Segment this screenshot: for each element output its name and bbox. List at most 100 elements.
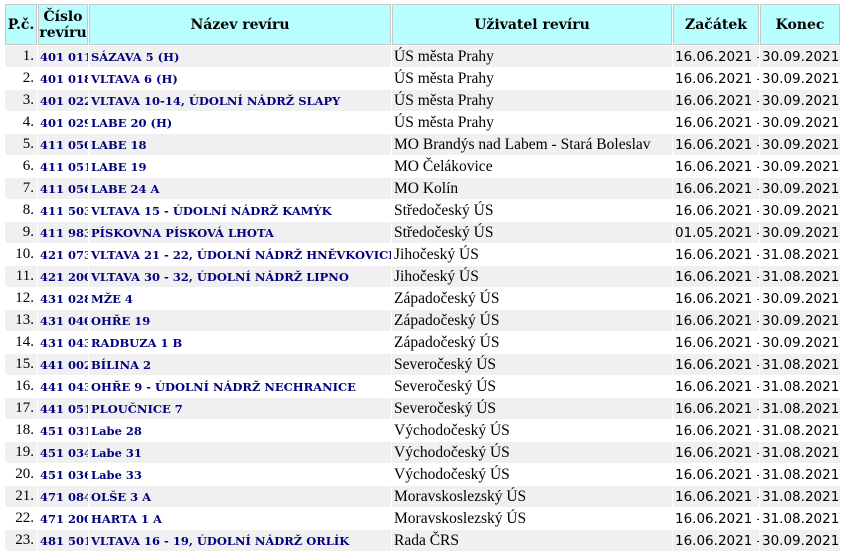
start-date: 16.06.2021 - <box>673 376 759 397</box>
revir-number: 441 002 <box>38 354 88 375</box>
table-row: 3. 401 022 VLTAVA 10-14, ÚDOLNÍ NÁDRŽ SLAP… <box>5 90 840 111</box>
row-number: 11. <box>5 266 37 287</box>
row-number: 9. <box>5 222 37 243</box>
row-number: 15. <box>5 354 37 375</box>
revir-user: Východočeský ÚS <box>392 420 672 441</box>
table-row: 16. 441 043 OHŘE 9 - ÚDOLNÍ NÁDRŽ NECHRANI… <box>5 376 840 397</box>
revir-number: 421 200 <box>38 266 88 287</box>
end-date: 30.09.2021 <box>760 332 840 353</box>
row-number: 5. <box>5 134 37 155</box>
row-number: 12. <box>5 288 37 309</box>
table-header-row: P.č. Číslo revíru Název revíru Uživatel r… <box>5 4 840 45</box>
start-date: 16.06.2021 - <box>673 310 759 331</box>
end-date: 31.08.2021 <box>760 420 840 441</box>
revir-number: 401 029 <box>38 112 88 133</box>
revir-user: Jihočeský ÚS <box>392 266 672 287</box>
revir-name: BÍLINA 2 <box>89 354 391 375</box>
row-number: 23. <box>5 530 37 551</box>
revir-name: VLTAVA 30 - 32, ÚDOLNÍ NÁDRŽ LIPNO <box>89 266 391 287</box>
revir-user: Středočeský ÚS <box>392 222 672 243</box>
end-date: 30.09.2021 <box>760 68 840 89</box>
end-date: 30.09.2021 <box>760 112 840 133</box>
table-row: 10. 421 073 VLTAVA 21 - 22, ÚDOLNÍ NÁDRŽ H… <box>5 244 840 265</box>
revir-name: LABE 20 (H) <box>89 112 391 133</box>
revir-number: 441 043 <box>38 376 88 397</box>
revir-number: 431 028 <box>38 288 88 309</box>
start-date: 16.06.2021 - <box>673 420 759 441</box>
row-number: 21. <box>5 486 37 507</box>
header-uzivatel: Uživatel revíru <box>392 4 672 45</box>
start-date: 16.06.2021 - <box>673 332 759 353</box>
table-row: 12. 431 028 MŽE 4 Západočeský ÚS 16.06.2021 … <box>5 288 840 309</box>
revir-name: VLTAVA 10-14, ÚDOLNÍ NÁDRŽ SLAPY <box>89 90 391 111</box>
table-row: 21. 471 084 OLŠE 3 A Moravskoslezský ÚS 16.0… <box>5 486 840 507</box>
end-date: 31.08.2021 <box>760 398 840 419</box>
revir-name: OLŠE 3 A <box>89 486 391 507</box>
table-row: 23. 481 501 VLTAVA 16 - 19, ÚDOLNÍ NÁDRŽ O… <box>5 530 840 551</box>
row-number: 17. <box>5 398 37 419</box>
row-number: 6. <box>5 156 37 177</box>
start-date: 16.06.2021 - <box>673 90 759 111</box>
revir-number: 411 056 <box>38 178 88 199</box>
revir-name: VLTAVA 15 - ÚDOLNÍ NÁDRŽ KAMÝK <box>89 200 391 221</box>
end-date: 31.08.2021 <box>760 442 840 463</box>
revir-name: PÍSKOVNA PÍSKOVÁ LHOTA <box>89 222 391 243</box>
header-cislo: Číslo revíru <box>38 4 88 45</box>
start-date: 16.06.2021 - <box>673 442 759 463</box>
revir-user: Moravskoslezský ÚS <box>392 508 672 529</box>
start-date: 16.06.2021 - <box>673 46 759 67</box>
start-date: 16.06.2021 - <box>673 68 759 89</box>
revir-user: Severočeský ÚS <box>392 354 672 375</box>
revir-name: VLTAVA 21 - 22, ÚDOLNÍ NÁDRŽ HNĚVKOVICE <box>89 244 391 265</box>
revir-number: 471 084 <box>38 486 88 507</box>
row-number: 3. <box>5 90 37 111</box>
table-row: 1. 401 011 SÁZAVA 5 (H) ÚS města Prahy 16.06… <box>5 46 840 67</box>
end-date: 30.09.2021 <box>760 46 840 67</box>
start-date: 16.06.2021 - <box>673 266 759 287</box>
start-date: 16.06.2021 - <box>673 464 759 485</box>
revir-user: Západočeský ÚS <box>392 288 672 309</box>
row-number: 2. <box>5 68 37 89</box>
table-row: 7. 411 056 LABE 24 A MO Kolín 16.06.2021 -30… <box>5 178 840 199</box>
end-date: 31.08.2021 <box>760 376 840 397</box>
revir-number: 411 983 <box>38 222 88 243</box>
start-date: 16.06.2021 - <box>673 288 759 309</box>
revir-name: LABE 24 A <box>89 178 391 199</box>
revir-number: 411 051 <box>38 156 88 177</box>
header-cislo-line2: revíru <box>39 24 87 41</box>
end-date: 30.09.2021 <box>760 178 840 199</box>
revir-name: LABE 18 <box>89 134 391 155</box>
end-date: 31.08.2021 <box>760 266 840 287</box>
revir-name: Labe 28 <box>89 420 391 441</box>
row-number: 16. <box>5 376 37 397</box>
row-number: 4. <box>5 112 37 133</box>
revir-name: OHŘE 19 <box>89 310 391 331</box>
start-date: 16.06.2021 - <box>673 178 759 199</box>
table-row: 18. 451 031 Labe 28 Východočeský ÚS 16.06.20… <box>5 420 840 441</box>
revir-number: 421 073 <box>38 244 88 265</box>
row-number: 22. <box>5 508 37 529</box>
table-row: 13. 431 040 OHŘE 19 Západočeský ÚS 16.06.202… <box>5 310 840 331</box>
revir-user: Severočeský ÚS <box>392 376 672 397</box>
row-number: 8. <box>5 200 37 221</box>
revir-number: 471 200 <box>38 508 88 529</box>
start-date: 16.06.2021 - <box>673 398 759 419</box>
revir-user: Jihočeský ÚS <box>392 244 672 265</box>
revir-name: LABE 19 <box>89 156 391 177</box>
table-row: 4. 401 029 LABE 20 (H) ÚS města Prahy 16.06.… <box>5 112 840 133</box>
revir-name: VLTAVA 16 - 19, ÚDOLNÍ NÁDRŽ ORLÍK <box>89 530 391 551</box>
table-row: 17. 441 051 PLOUČNICE 7 Severočeský ÚS 16.06… <box>5 398 840 419</box>
end-date: 30.09.2021 <box>760 222 840 243</box>
header-konec: Konec <box>760 4 840 45</box>
end-date: 30.09.2021 <box>760 530 840 551</box>
revir-number: 411 050 <box>38 134 88 155</box>
end-date: 30.09.2021 <box>760 310 840 331</box>
end-date: 31.08.2021 <box>760 486 840 507</box>
revir-name: SÁZAVA 5 (H) <box>89 46 391 67</box>
table-row: 20. 451 036 Labe 33 Východočeský ÚS 16.06.20… <box>5 464 840 485</box>
start-date: 01.05.2021 - <box>673 222 759 243</box>
start-date: 16.06.2021 - <box>673 112 759 133</box>
revir-number: 481 501 <box>38 530 88 551</box>
end-date: 31.08.2021 <box>760 354 840 375</box>
revir-name: Labe 31 <box>89 442 391 463</box>
